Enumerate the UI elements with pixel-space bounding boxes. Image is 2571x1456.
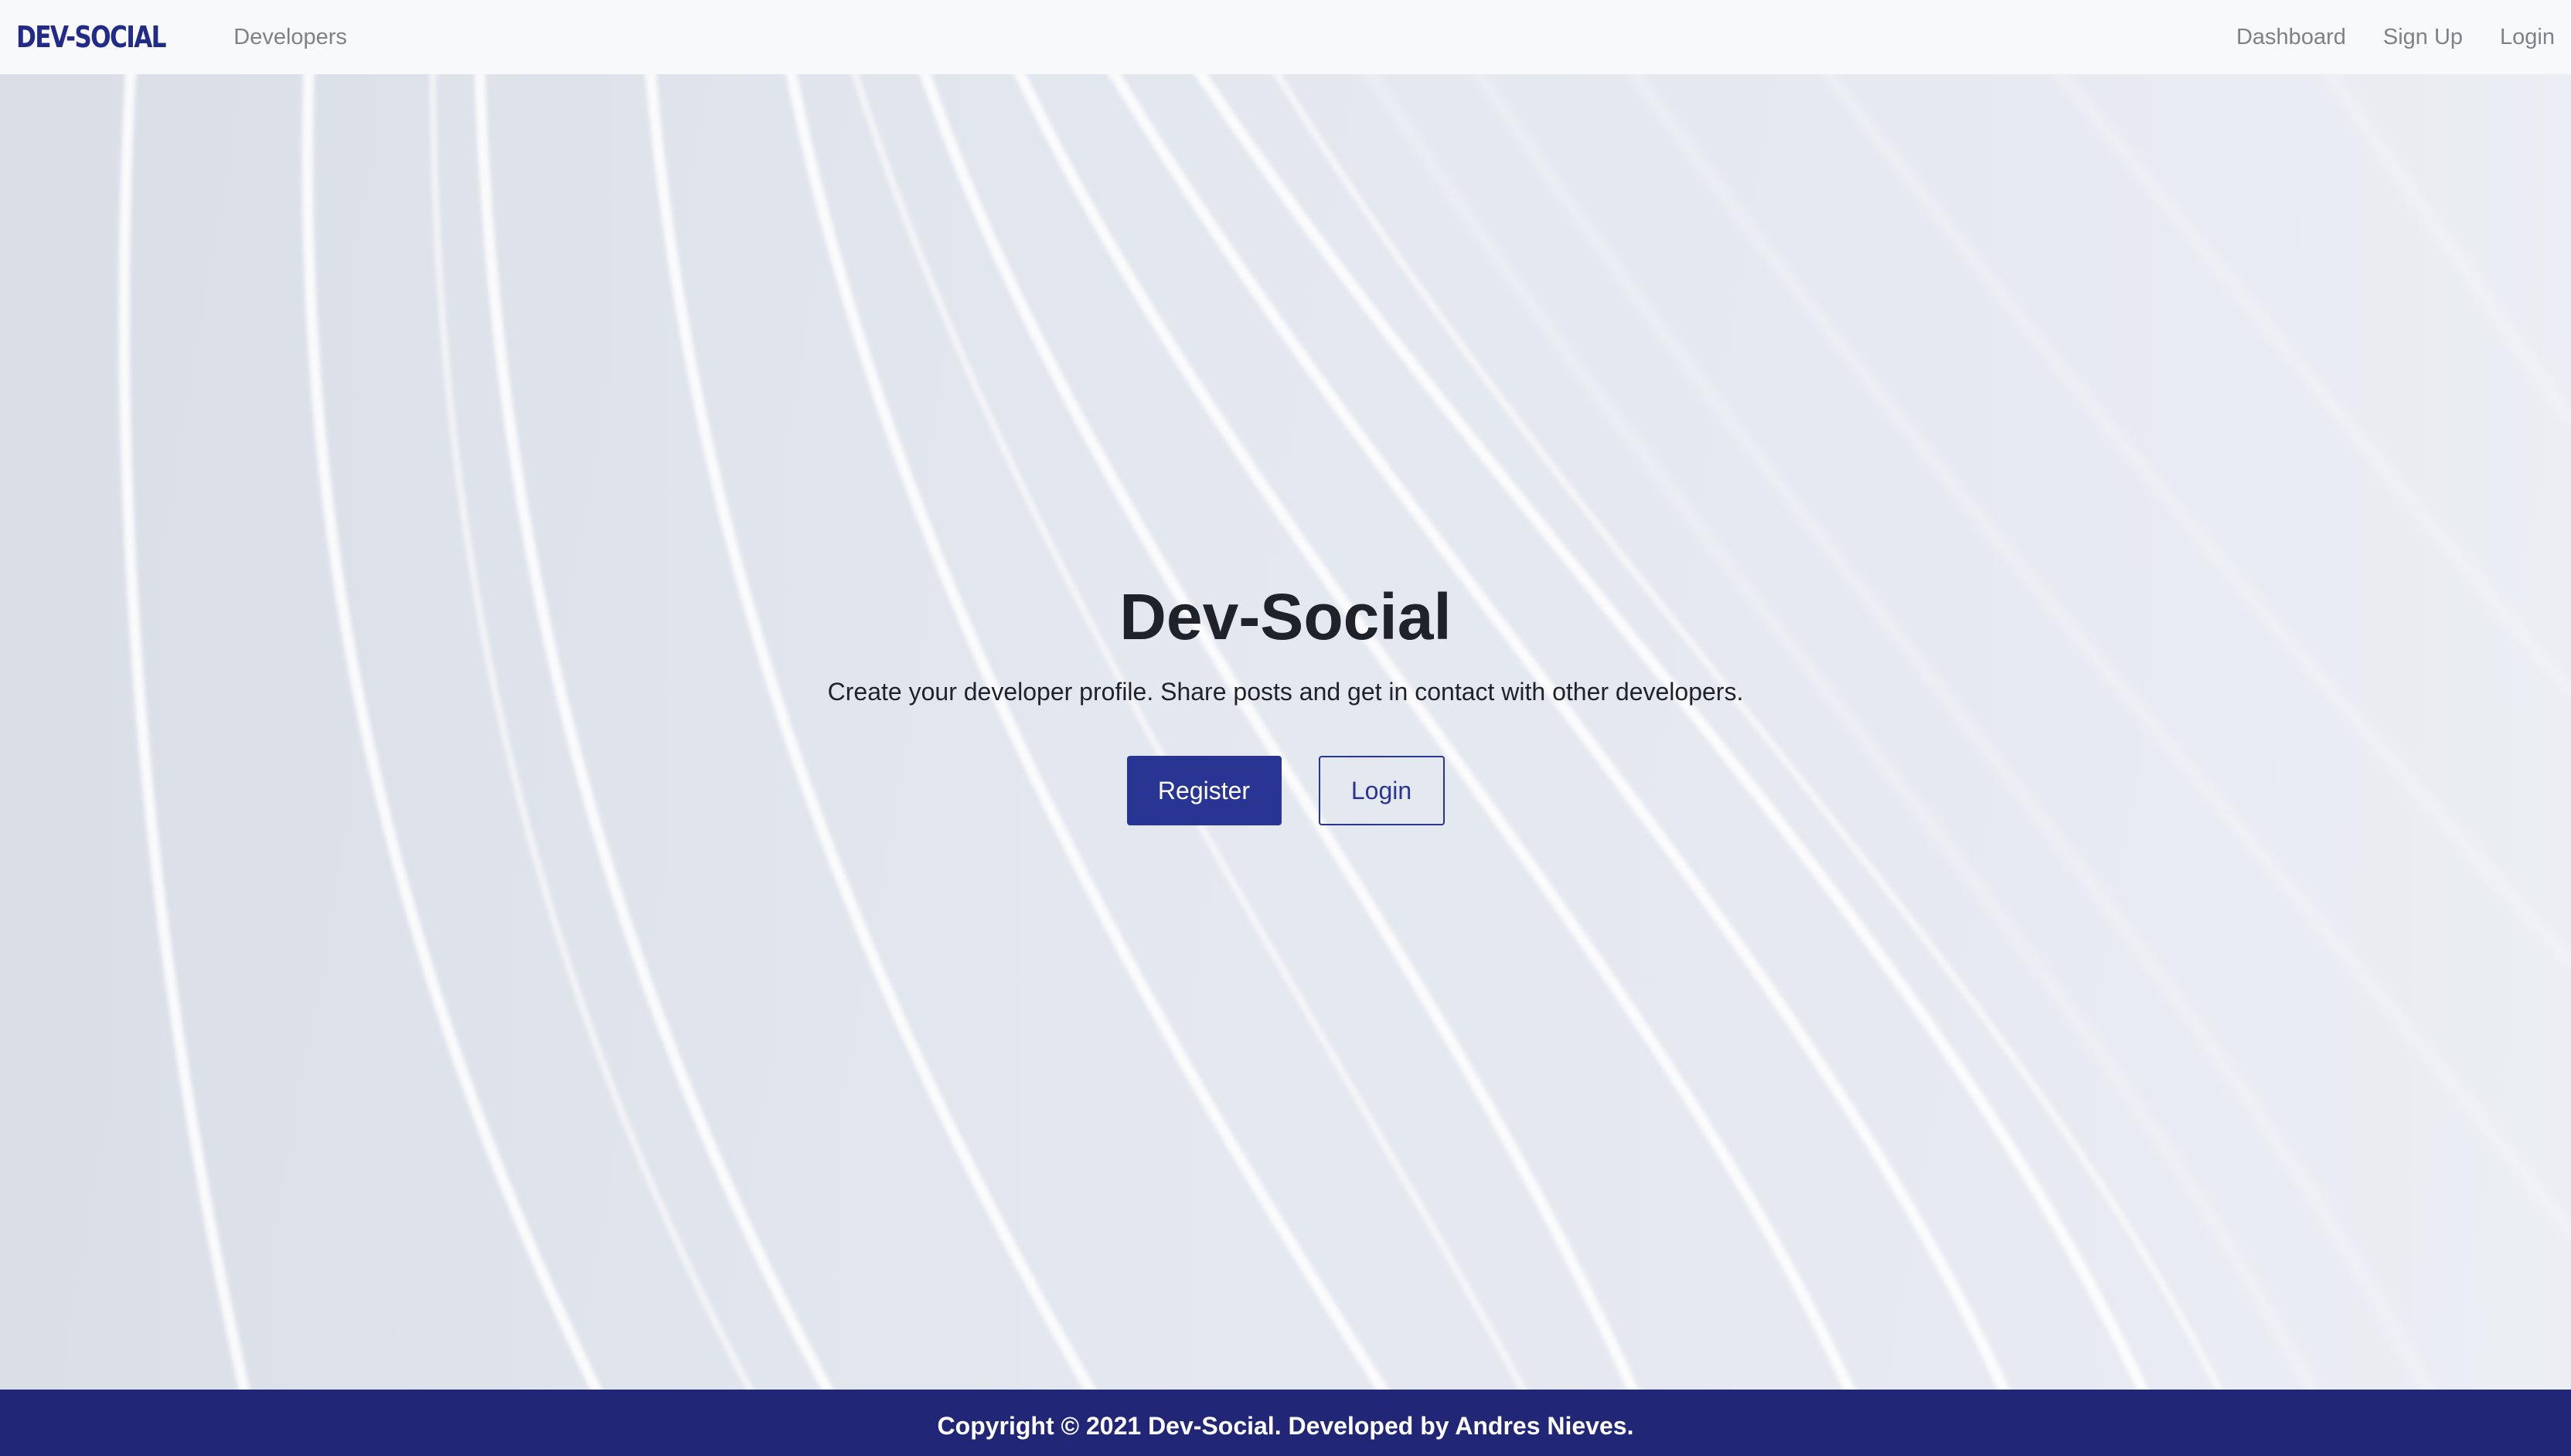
login-button[interactable]: Login (1318, 756, 1445, 826)
nav-link-sign-up[interactable]: Sign Up (2383, 26, 2463, 49)
register-button[interactable]: Register (1126, 756, 1282, 826)
nav-right-links: Dashboard Sign Up Login (2236, 26, 2555, 49)
nav-link-developers[interactable]: Developers (233, 26, 347, 49)
hero-title: Dev-Social (1119, 580, 1452, 653)
nav-link-dashboard[interactable]: Dashboard (2236, 26, 2346, 49)
footer: Copyright © 2021 Dev-Social. Developed b… (0, 1390, 2571, 1456)
hero-lead: Create your developer profile. Share pos… (827, 678, 1744, 706)
page: DEV-SOCIAL Developers Dashboard Sign Up … (0, 0, 2571, 1456)
hero-content: Dev-Social Create your developer profile… (0, 580, 2571, 826)
nav-link-login[interactable]: Login (2500, 26, 2555, 49)
hero-section: Dev-Social Create your developer profile… (0, 74, 2571, 1390)
hero-buttons: Register Login (0, 756, 2571, 826)
copyright-text: Copyright © 2021 Dev-Social. Developed b… (937, 1412, 1634, 1440)
navbar: DEV-SOCIAL Developers Dashboard Sign Up … (0, 0, 2571, 74)
brand-logo[interactable]: DEV-SOCIAL (16, 22, 167, 52)
